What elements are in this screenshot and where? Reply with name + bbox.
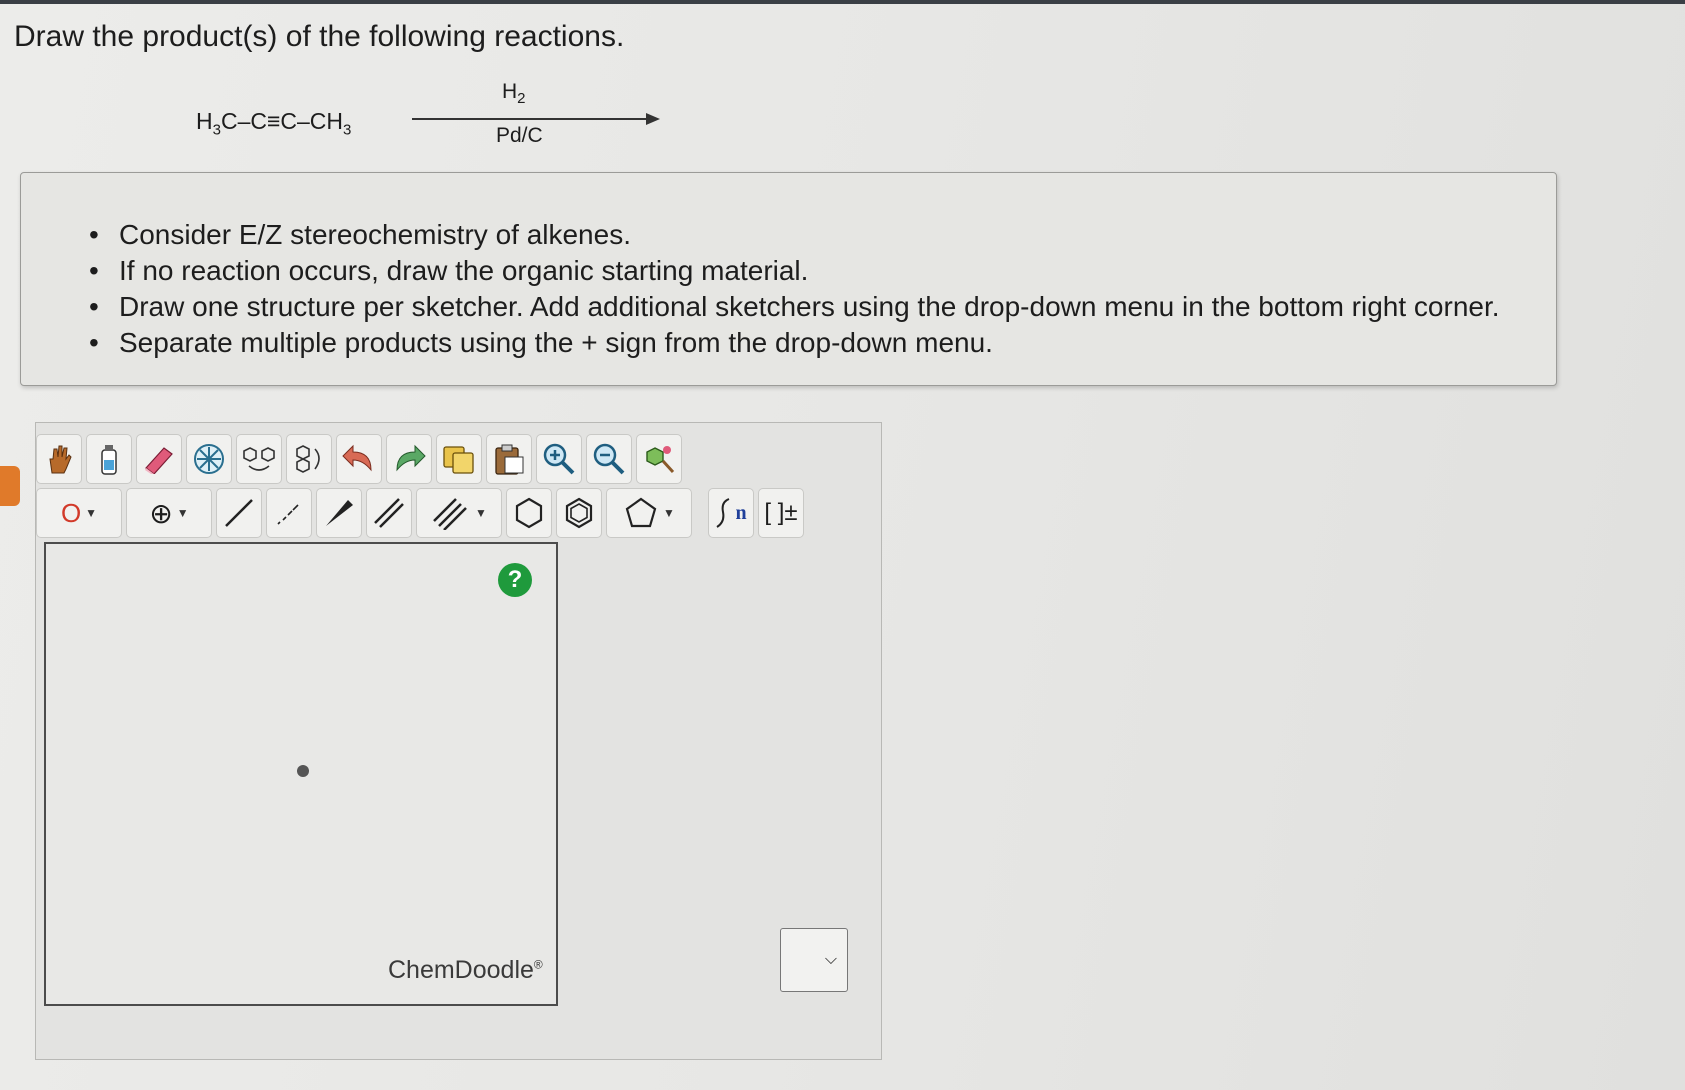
clear-icon[interactable] — [86, 434, 132, 484]
ring-size-dropdown[interactable]: ▼ — [606, 488, 692, 538]
cyclopentane-icon — [625, 497, 657, 528]
chevron-down-icon: ⌵ — [824, 951, 837, 968]
reaction-scheme: H3C–C≡C–CH3 H2 Pd/C — [196, 80, 676, 166]
element-dropdown[interactable]: O ▼ — [36, 488, 122, 538]
templates-icon[interactable] — [186, 434, 232, 484]
reagent-above-arrow: H2 — [502, 80, 526, 108]
undo-icon[interactable] — [336, 434, 382, 484]
instructions-list: Consider E/Z stereochemistry of alkenes.… — [89, 217, 1500, 361]
reaction-arrow — [412, 118, 648, 120]
chemdoodle-brand: ChemDoodle® — [388, 956, 543, 984]
add-sketcher-dropdown[interactable]: ⌵ — [780, 928, 848, 992]
help-button[interactable]: ? — [498, 563, 532, 597]
triple-bond-icon — [433, 498, 467, 530]
reactant-formula: H3C–C≡C–CH3 — [196, 108, 352, 139]
triple-bond-dropdown[interactable]: ▼ — [416, 488, 502, 538]
question-prompt: Draw the product(s) of the following rea… — [14, 20, 625, 53]
double-bond-icon[interactable] — [366, 488, 412, 538]
instruction-item: If no reaction occurs, draw the organic … — [89, 253, 1500, 289]
charge-label: ⊕ — [149, 497, 173, 529]
clean-icon[interactable] — [636, 434, 682, 484]
instruction-item: Separate multiple products using the + s… — [89, 325, 1500, 361]
wedge-bond-icon[interactable] — [316, 488, 362, 538]
chevron-down-icon: ▼ — [663, 506, 675, 520]
sketcher-toolbar-bonds: O ▼ ⊕ ▼ ▼ ▼ n [ ]± — [36, 488, 804, 538]
paste-icon[interactable] — [486, 434, 532, 484]
repeat-unit-button[interactable]: n — [708, 488, 754, 538]
hashed-bond-icon[interactable] — [266, 488, 312, 538]
instruction-item: Consider E/Z stereochemistry of alkenes. — [89, 217, 1500, 253]
single-bond-icon[interactable] — [216, 488, 262, 538]
instructions-box: Consider E/Z stereochemistry of alkenes.… — [20, 172, 1557, 386]
instruction-item: Draw one structure per sketcher. Add add… — [89, 289, 1500, 325]
element-label: O — [60, 497, 82, 528]
reaction-arrow-head — [646, 113, 660, 125]
canvas-center-marker — [297, 765, 309, 777]
sketcher-toolbar-main — [36, 434, 682, 484]
reagent-below-arrow: Pd/C — [496, 124, 543, 147]
ring-chain-icon[interactable] — [286, 434, 332, 484]
chevron-down-icon: ▼ — [475, 506, 487, 520]
benzene-icon[interactable] — [556, 488, 602, 538]
chevron-down-icon: ▼ — [85, 506, 98, 520]
repeat-unit-icon — [716, 498, 730, 528]
hand-icon[interactable] — [36, 434, 82, 484]
ring-link-icon[interactable] — [236, 434, 282, 484]
side-tab[interactable] — [0, 466, 20, 506]
bracket-charge-label: [ ]± — [764, 499, 798, 526]
copy-icon[interactable] — [436, 434, 482, 484]
zoom-out-icon[interactable] — [586, 434, 632, 484]
eraser-icon[interactable] — [136, 434, 182, 484]
redo-icon[interactable] — [386, 434, 432, 484]
zoom-in-icon[interactable] — [536, 434, 582, 484]
chevron-down-icon: ▼ — [176, 506, 189, 520]
repeat-unit-label: n — [735, 501, 747, 524]
bracket-charge-button[interactable]: [ ]± — [758, 488, 804, 538]
cyclohexane-icon[interactable] — [506, 488, 552, 538]
charge-dropdown[interactable]: ⊕ ▼ — [126, 488, 212, 538]
